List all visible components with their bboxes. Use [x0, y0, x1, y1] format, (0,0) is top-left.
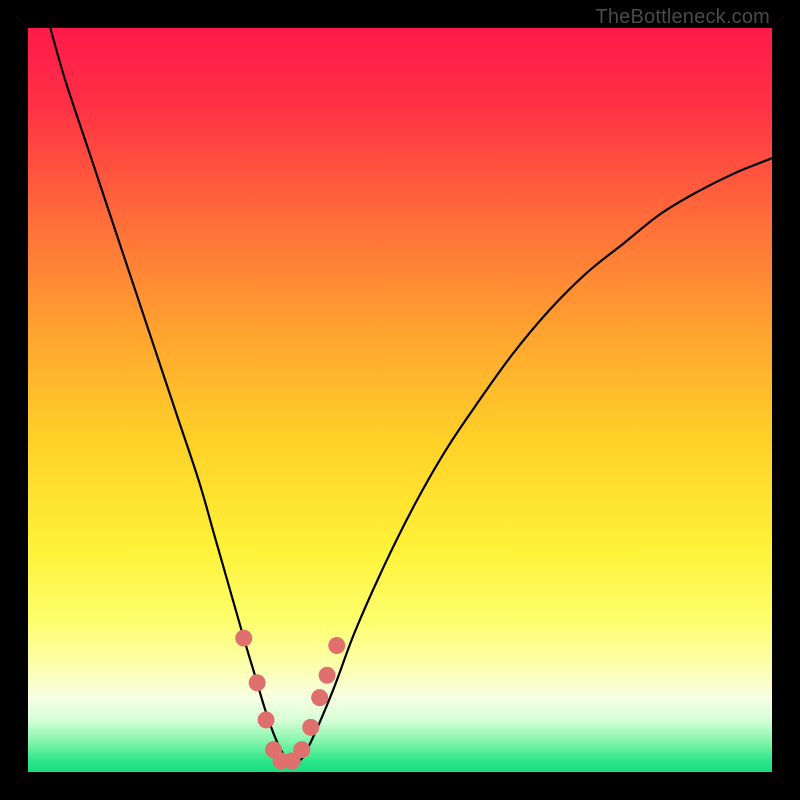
bottleneck-curve — [50, 28, 772, 763]
marker-dot — [293, 741, 310, 758]
chart-frame: TheBottleneck.com — [0, 0, 800, 800]
marker-dot — [302, 719, 319, 736]
marker-dot — [319, 667, 336, 684]
watermark-label: TheBottleneck.com — [595, 6, 770, 29]
marker-dot — [328, 637, 345, 654]
marker-dot — [258, 711, 275, 728]
marker-dot — [249, 674, 266, 691]
marker-dot — [311, 689, 328, 706]
plot-area — [28, 28, 772, 772]
marker-dot — [235, 630, 252, 647]
curve-layer — [28, 28, 772, 772]
